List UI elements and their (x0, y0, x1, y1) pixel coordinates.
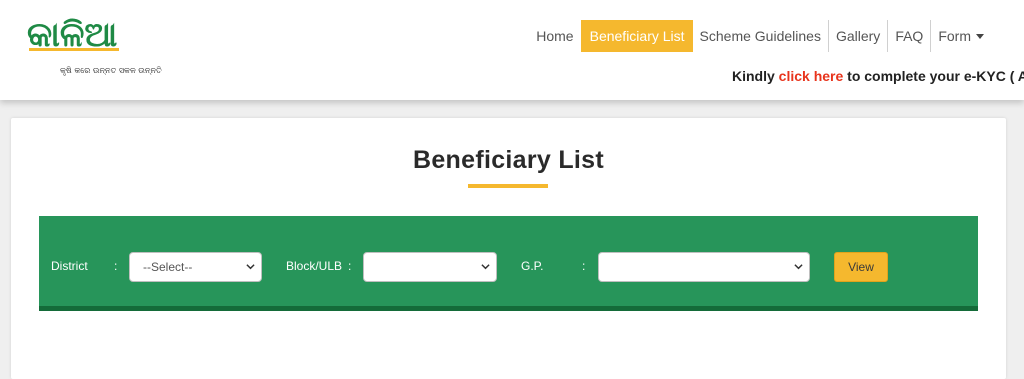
nav-gallery[interactable]: Gallery (827, 20, 887, 52)
kalia-logo[interactable]: କାଳିଆ କୃଷି କରେ ଉନ୍ନତ ସକଳ ଉନ୍ନତି (26, 12, 162, 75)
logo-tagline: କୃଷି କରେ ଉନ୍ନତ ସକଳ ଉନ୍ନତି (60, 66, 162, 75)
chevron-down-icon (794, 264, 803, 270)
gp-select[interactable] (598, 252, 810, 282)
gp-colon: : (582, 259, 586, 273)
district-select-value: --Select-- (143, 260, 193, 274)
block-label: Block/ULB (286, 259, 343, 273)
block-colon: : (348, 259, 352, 273)
content-card: Beneficiary List District : --Select-- B… (11, 118, 1006, 379)
page-title: Beneficiary List (413, 146, 604, 174)
caret-down-icon (976, 33, 984, 39)
nav-home[interactable]: Home (529, 20, 580, 52)
nav-scheme-guidelines[interactable]: Scheme Guidelines (693, 20, 828, 52)
nav-form-dropdown[interactable]: Form (930, 20, 991, 52)
block-select[interactable] (363, 252, 497, 282)
logo-underline (29, 48, 119, 51)
ekyc-notice: Kindly click here to complete your e-KYC… (732, 68, 1024, 84)
district-select[interactable]: --Select-- (129, 252, 262, 282)
gp-label: G.P. (521, 259, 544, 273)
main-nav: Home Beneficiary List Scheme Guidelines … (529, 20, 991, 52)
chevron-down-icon (246, 264, 255, 270)
nav-form-label: Form (938, 28, 971, 44)
view-button[interactable]: View (834, 252, 888, 282)
logo-graphic: କାଳିଆ (27, 15, 119, 55)
nav-faq[interactable]: FAQ (887, 20, 930, 52)
chevron-down-icon (481, 264, 490, 270)
filter-bar: District : --Select-- Block/ULB : G.P. :… (39, 216, 978, 311)
site-header: କାଳିଆ କୃଷି କରେ ଉନ୍ନତ ସକଳ ଉନ୍ନତି Home Ben… (0, 0, 1024, 100)
district-label: District (51, 259, 88, 273)
ekyc-suffix: to complete your e-KYC ( A (843, 68, 1024, 84)
title-underline (468, 184, 548, 188)
ekyc-prefix: Kindly (732, 68, 779, 84)
district-colon: : (114, 259, 118, 273)
ekyc-link[interactable]: click here (779, 68, 844, 84)
nav-beneficiary-list[interactable]: Beneficiary List (580, 20, 693, 52)
